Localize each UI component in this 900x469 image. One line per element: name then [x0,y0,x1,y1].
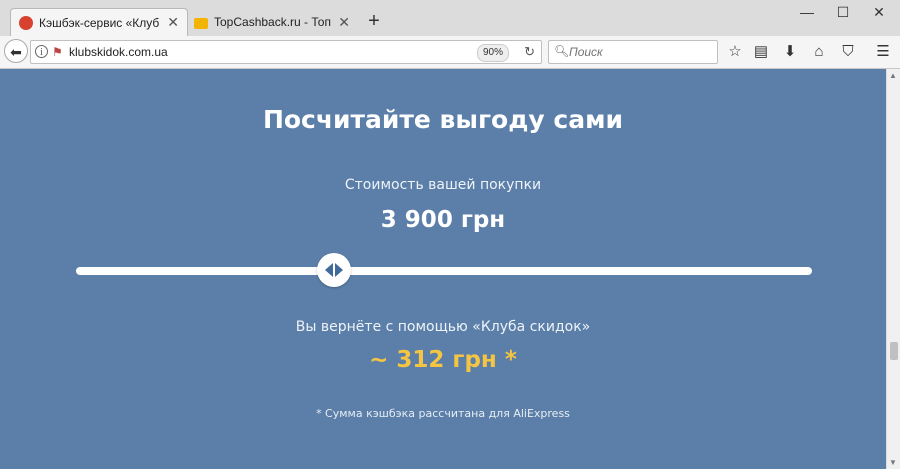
pocket-icon[interactable]: ⛉ [837,41,859,63]
url-bar[interactable]: i ⚑ klubskidok.com.ua 90% ↻ [30,40,542,64]
reload-icon[interactable]: ↻ [524,44,535,60]
tab-title: TopCashback.ru - Топ лучш [214,15,334,29]
scroll-down-icon[interactable]: ▼ [889,458,897,467]
new-tab-button[interactable]: + [364,10,384,32]
download-icon[interactable]: ⬇ [779,41,801,63]
cashback-label: Вы вернёте с помощью «Клуба скидок» [295,319,591,335]
cashback-calculator: Посчитайте выгоду сами Стоимость вашей п… [0,69,886,469]
navigation-bar: ⬅ i ⚑ klubskidok.com.ua 90% ↻ 🔍︎ ☆ ▤ ⬇ ⌂… [0,36,900,69]
bookmark-star-icon[interactable]: ☆ [724,41,746,63]
tracking-shield-icon[interactable]: ⚑ [52,45,63,59]
lock-favicon-icon [194,18,208,29]
back-icon[interactable]: ⬅ [4,39,28,63]
scroll-up-icon[interactable]: ▲ [889,71,897,80]
page-title: Посчитайте выгоду сами [262,105,624,134]
price-slider-track[interactable] [76,267,812,275]
maximize-button[interactable]: ☐ [826,2,860,22]
reading-list-icon[interactable]: ▤ [750,41,772,63]
price-slider-handle[interactable] [316,253,351,287]
tab-close-icon[interactable]: ✕ [338,14,350,31]
tab-bar: Кэшбэк-сервис «Клуб скид ✕ TopCashback.r… [0,0,900,36]
close-window-button[interactable]: ✕ [862,2,896,22]
tab-title: Кэшбэк-сервис «Клуб скид [39,15,163,30]
search-icon: 🔍︎ [554,44,570,58]
page-scrollbar[interactable]: ▲ ▼ [886,69,900,469]
search-input[interactable] [569,44,709,60]
menu-icon[interactable]: ☰ [872,41,894,63]
tab-close-icon[interactable]: ✕ [167,14,179,31]
footnote: * Сумма кэшбэка рассчитана для AliExpres… [316,407,570,420]
price-value: 3 900 грн [380,207,506,233]
home-icon[interactable]: ⌂ [808,41,830,63]
info-icon[interactable]: i [35,45,48,58]
arrow-right-icon [334,263,343,277]
minimize-button[interactable]: — [790,2,824,22]
price-label: Стоимость вашей покупки [344,177,542,193]
search-bar[interactable]: 🔍︎ [548,40,718,64]
tab-topcashback[interactable]: TopCashback.ru - Топ лучш ✕ [186,8,358,36]
arrow-left-icon [324,263,333,277]
cashback-value: ~ 312 грн * [369,347,517,373]
tab-klubskidok[interactable]: Кэшбэк-сервис «Клуб скид ✕ [10,8,188,36]
klubskidok-favicon-icon [19,15,33,30]
scrollbar-thumb[interactable] [890,342,898,360]
url-text[interactable]: klubskidok.com.ua [69,45,168,59]
zoom-indicator[interactable]: 90% [477,44,510,62]
